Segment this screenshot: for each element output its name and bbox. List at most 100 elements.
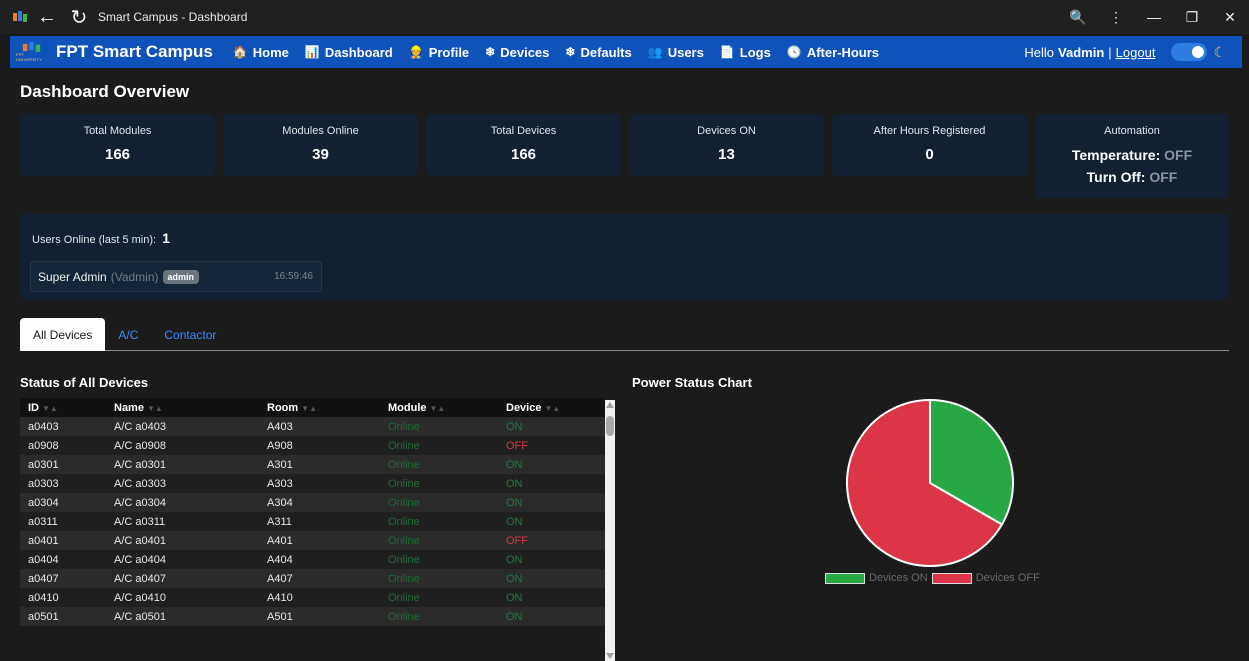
more-options-icon[interactable]: ⋮	[1097, 0, 1135, 34]
temperature-label: Temperature:	[1071, 147, 1161, 163]
table-row[interactable]: a0303 A/C a0303 A303 Online ON	[20, 474, 605, 493]
role-badge: admin	[162, 269, 200, 284]
legend-item[interactable]: Devices ON	[825, 572, 928, 584]
stat-value: 0	[925, 146, 934, 163]
nav-item-logs[interactable]: 📄 Logs	[720, 45, 771, 60]
separator: |	[1108, 44, 1112, 60]
stat-label: Devices ON	[697, 125, 756, 137]
snowflake-icon: ❄	[485, 45, 496, 59]
tab-all-devices[interactable]: All Devices	[20, 318, 106, 351]
reload-icon[interactable]: ↻	[66, 4, 92, 30]
nav-item-after-hours[interactable]: 🕓 After-Hours	[787, 45, 879, 60]
close-icon[interactable]: ✕	[1211, 0, 1249, 34]
nav-item-devices[interactable]: ❄ Devices	[485, 45, 549, 60]
table-row[interactable]: a0403 A/C a0403 A403 Online ON	[20, 417, 605, 436]
cell-device: ON	[506, 458, 523, 471]
nav-item-users[interactable]: 👥 Users	[648, 45, 704, 60]
cell-name: A/C a0501	[114, 610, 166, 623]
cell-id: a0311	[28, 515, 58, 528]
cell-module: Online	[388, 420, 420, 433]
cell-room: A403	[267, 420, 293, 433]
table-row[interactable]: a0304 A/C a0304 A304 Online ON	[20, 493, 605, 512]
tab-contactor[interactable]: Contactor	[151, 318, 229, 351]
cell-name: A/C a0410	[114, 591, 166, 604]
logout-link[interactable]: Logout	[1116, 45, 1156, 60]
cell-room: A401	[267, 534, 293, 547]
moon-icon: ☾	[1213, 43, 1226, 60]
users-online-count: 1	[162, 230, 170, 246]
cell-name: A/C a0303	[114, 477, 166, 490]
stat-label: Modules Online	[282, 125, 359, 137]
tab-ac[interactable]: A/C	[105, 318, 151, 351]
minimize-icon[interactable]: —	[1135, 0, 1173, 34]
cell-id: a0301	[28, 458, 59, 471]
nav-item-label: Defaults	[580, 44, 632, 60]
table-row[interactable]: a0404 A/C a0404 A404 Online ON	[20, 550, 605, 569]
cell-device: ON	[506, 553, 523, 566]
cell-device: ON	[506, 420, 523, 433]
cell-device: ON	[506, 572, 523, 585]
nav-item-label: Home	[252, 44, 289, 60]
nav-item-defaults[interactable]: ❄ Defaults	[565, 45, 631, 60]
column-header-device[interactable]: Device ▼▲	[498, 398, 605, 417]
automation-temperature: Temperature: OFF	[1035, 147, 1229, 163]
legend-label: Devices OFF	[975, 572, 1040, 584]
cell-id: a0304	[28, 496, 59, 509]
scroll-down-icon[interactable]	[606, 653, 614, 659]
stat-value: 39	[312, 146, 329, 163]
cell-id: a0501	[28, 610, 59, 623]
nav-item-home[interactable]: 🏠 Home	[233, 45, 289, 60]
column-header-module[interactable]: Module ▼▲	[380, 398, 498, 417]
brand[interactable]: FPT UNIVERSITY FPT Smart Campus	[16, 42, 213, 62]
column-label: Module	[388, 401, 427, 414]
table-row[interactable]: a0407 A/C a0407 A407 Online ON	[20, 569, 605, 588]
column-header-id[interactable]: ID ▼▲	[20, 398, 106, 417]
cell-module: Online	[388, 515, 420, 528]
devices-table: ID ▼▲ Name ▼▲ Room ▼▲ Module ▼▲ Device ▼▲ a04…	[20, 398, 605, 626]
stat-card-after-hours: After Hours Registered 0	[832, 114, 1027, 176]
users-icon: 👥	[647, 45, 663, 59]
stat-card-total-devices: Total Devices 166	[426, 114, 621, 176]
stat-card-automation: Automation Temperature: OFF Turn Off: OF…	[1035, 114, 1229, 198]
nav-item-profile[interactable]: 👷 Profile	[409, 45, 469, 60]
temperature-status: OFF	[1164, 147, 1193, 163]
cell-module: Online	[388, 553, 420, 566]
legend-swatch	[931, 572, 972, 584]
column-header-name[interactable]: Name ▼▲	[106, 398, 259, 417]
cell-id: a0404	[28, 553, 59, 566]
logo-subtitle: FPT UNIVERSITY	[16, 52, 43, 62]
theme-toggle[interactable]	[1171, 43, 1208, 61]
cell-room: A303	[267, 477, 293, 490]
cell-id: a0403	[28, 420, 59, 433]
sort-icon: ▼▲	[301, 403, 318, 413]
zoom-icon[interactable]: 🔍	[1059, 0, 1097, 34]
table-row[interactable]: a0908 A/C a0908 A908 Online OFF	[20, 436, 605, 455]
column-header-room[interactable]: Room ▼▲	[259, 398, 380, 417]
cell-device: ON	[506, 610, 523, 623]
chart-title: Power Status Chart	[632, 375, 752, 390]
cell-name: A/C a0403	[114, 420, 166, 433]
username: Vadmin	[1058, 44, 1105, 60]
cell-room: A501	[267, 610, 293, 623]
nav-item-dashboard[interactable]: 📊 Dashboard	[305, 45, 393, 60]
back-arrow-icon[interactable]: ←	[34, 4, 60, 30]
user-menu: Hello Vadmin | Logout ☾	[1024, 36, 1226, 68]
table-row[interactable]: a0501 A/C a0501 A501 Online ON	[20, 607, 605, 626]
restore-icon[interactable]: ❐	[1173, 0, 1211, 34]
legend-item[interactable]: Devices OFF	[931, 572, 1040, 584]
stat-value: 166	[104, 146, 131, 163]
table-scrollbar[interactable]	[605, 400, 615, 661]
cell-device: ON	[506, 496, 523, 509]
cell-module: Online	[388, 439, 420, 452]
stat-card-modules-online: Modules Online 39	[223, 114, 418, 176]
table-row[interactable]: a0401 A/C a0401 A401 Online OFF	[20, 531, 605, 550]
nav-item-label: Logs	[739, 44, 771, 60]
table-row[interactable]: a0301 A/C a0301 A301 Online ON	[20, 455, 605, 474]
scroll-thumb[interactable]	[606, 416, 614, 436]
table-row[interactable]: a0410 A/C a0410 A410 Online ON	[20, 588, 605, 607]
users-online-panel: Users Online (last 5 min): 1 Super Admin …	[20, 214, 1229, 300]
cell-room: A304	[267, 496, 293, 509]
table-row[interactable]: a0311 A/C a0311 A311 Online ON	[20, 512, 605, 531]
scroll-up-icon[interactable]	[606, 402, 614, 408]
cell-id: a0303	[28, 477, 59, 490]
